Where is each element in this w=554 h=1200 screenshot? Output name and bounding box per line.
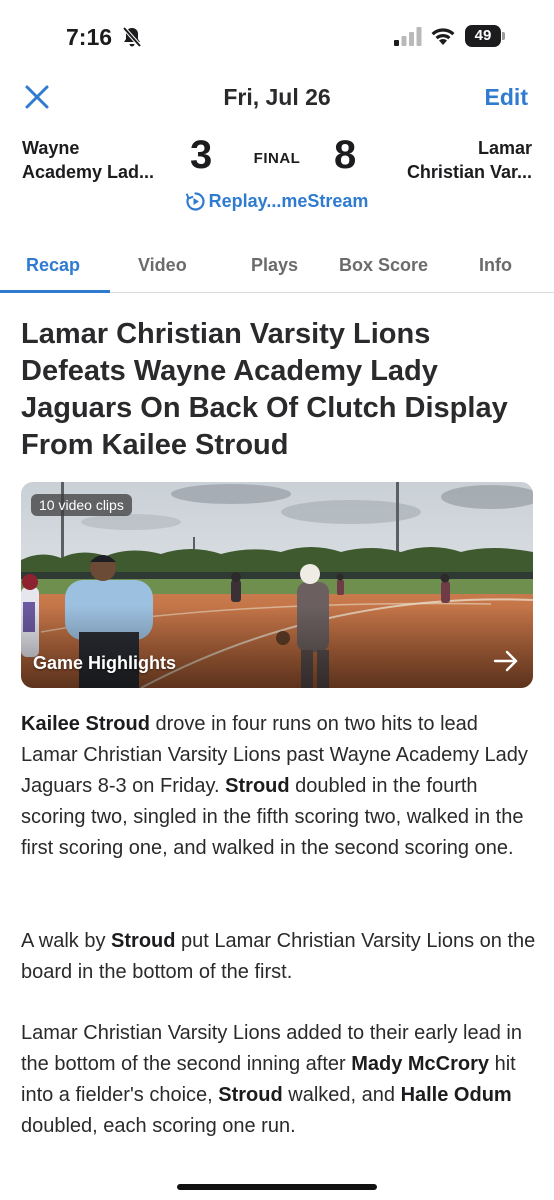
tab-plays[interactable]: Plays (251, 255, 298, 276)
replay-stream-link[interactable]: Replay...meStream (0, 191, 554, 212)
article-headline: Lamar Christian Varsity Lions Defeats Wa… (21, 318, 508, 461)
active-tab-indicator (0, 290, 110, 293)
edit-button[interactable]: Edit (485, 84, 528, 111)
battery-icon: 49 (465, 25, 505, 47)
replay-label: Replay...meStream (208, 191, 369, 211)
paragraph-text: walked, and (282, 1084, 401, 1106)
away-team-score: 8 (334, 133, 357, 177)
player-name[interactable]: Mady McCrory (351, 1053, 489, 1075)
home-indicator[interactable] (177, 1184, 377, 1190)
player-name[interactable]: Stroud (225, 775, 289, 797)
article-paragraph-2: A walk by Stroud put Lamar Christian Var… (21, 926, 536, 988)
tab-recap[interactable]: Recap (26, 255, 80, 276)
wifi-icon (431, 28, 455, 45)
paragraph-text: doubled, each scoring one run. (21, 1115, 296, 1137)
game-date: Fri, Jul 26 (223, 84, 331, 110)
battery-level: 49 (474, 27, 492, 44)
player-name[interactable]: Stroud (111, 930, 175, 952)
video-title: Game Highlights (33, 653, 177, 673)
article-paragraph-1: Kailee Stroud drove in four runs on two … (21, 709, 536, 864)
signal-icon (394, 27, 422, 46)
player-name[interactable]: Kailee Stroud (21, 713, 150, 735)
video-highlights-card[interactable]: 10 video clips Game Highlights (21, 482, 533, 688)
player-name[interactable]: Stroud (218, 1084, 282, 1106)
tab-video[interactable]: Video (138, 255, 187, 276)
status-bar: 7:16 49 (0, 0, 554, 70)
paragraph-text: A walk by (21, 930, 112, 952)
status-time: 7:16 (66, 24, 113, 50)
bell-slash-icon (122, 26, 142, 48)
away-team-name[interactable]: Lamar Christian Var... (372, 136, 532, 184)
tab-box-score[interactable]: Box Score (339, 255, 428, 276)
tab-bar: Recap Video Plays Box Score Info (0, 243, 554, 293)
article-paragraph-3: Lamar Christian Varsity Lions added to t… (21, 1018, 536, 1142)
away-team-line: Lamar Christian Var... (406, 138, 532, 182)
arrow-right-icon[interactable] (493, 650, 519, 672)
play-circle-icon (185, 192, 205, 211)
video-clips-badge: 10 video clips (31, 494, 132, 516)
player-name[interactable]: Halle Odum (401, 1084, 512, 1106)
tab-info[interactable]: Info (479, 255, 512, 276)
